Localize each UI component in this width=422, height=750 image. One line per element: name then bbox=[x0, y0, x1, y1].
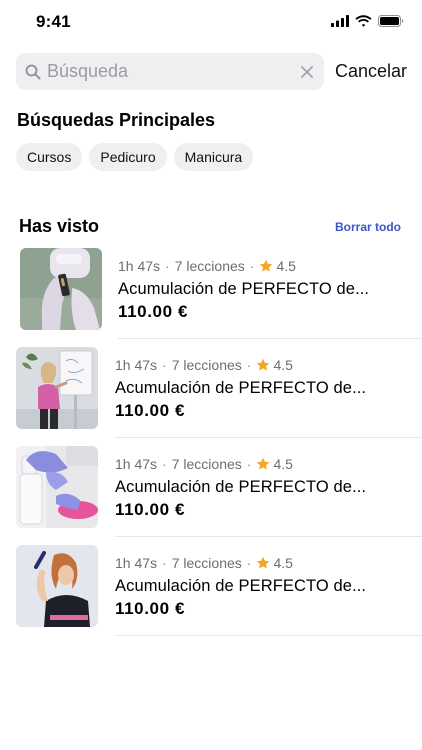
course-price: 110.00 € bbox=[115, 599, 186, 618]
course-rating: 4.5 bbox=[273, 357, 293, 373]
star-icon bbox=[257, 457, 270, 470]
course-title: Acumulación de PERFECTO de... bbox=[115, 478, 367, 496]
course-price: 110.00 € bbox=[118, 302, 189, 321]
status-time: 9:41 bbox=[36, 12, 71, 31]
course-rating: 4.5 bbox=[273, 555, 293, 571]
course-thumbnail bbox=[20, 248, 102, 330]
seen-title: Has visto bbox=[19, 216, 100, 236]
list-divider bbox=[118, 338, 422, 339]
wifi-icon bbox=[355, 15, 372, 27]
meta-separator: · bbox=[249, 258, 255, 274]
star-icon bbox=[260, 259, 273, 272]
course-list-item[interactable]: 1h 47s · 7 lecciones · 4.5 Acumulación d… bbox=[0, 247, 422, 346]
course-title: Acumulación de PERFECTO de... bbox=[115, 577, 367, 595]
course-title: Acumulación de PERFECTO de... bbox=[115, 379, 367, 397]
top-searches-chips: Cursos Pedicuro Manicura bbox=[16, 143, 254, 171]
course-meta: 1h 47s · 7 lecciones · 4.5 bbox=[115, 555, 293, 571]
cancel-button[interactable]: Cancelar bbox=[335, 61, 407, 82]
course-duration: 1h 47s bbox=[115, 456, 158, 472]
meta-separator: · bbox=[162, 357, 167, 373]
chip-cursos[interactable]: Cursos bbox=[16, 143, 83, 171]
course-price: 110.00 € bbox=[115, 500, 186, 519]
meta-separator: · bbox=[162, 456, 167, 472]
clear-all-button[interactable]: Borrar todo bbox=[335, 220, 401, 234]
meta-separator: · bbox=[162, 555, 167, 571]
course-lessons: 7 lecciones bbox=[171, 456, 242, 472]
course-rating: 4.5 bbox=[273, 456, 293, 472]
chip-pedicuro[interactable]: Pedicuro bbox=[89, 143, 167, 171]
course-lessons: 7 lecciones bbox=[171, 357, 242, 373]
list-divider bbox=[115, 437, 422, 438]
course-lessons: 7 lecciones bbox=[171, 555, 242, 571]
course-list-item[interactable]: 1h 47s · 7 lecciones · 4.5 Acumulación d… bbox=[0, 346, 422, 445]
course-list-item[interactable]: 1h 47s · 7 lecciones · 4.5 Acumulación d… bbox=[0, 544, 422, 643]
clear-search-icon[interactable] bbox=[300, 65, 314, 79]
course-meta: 1h 47s · 7 lecciones · 4.5 bbox=[115, 456, 293, 472]
cellular-signal-icon bbox=[331, 15, 349, 27]
status-icons bbox=[331, 15, 404, 27]
course-meta: 1h 47s · 7 lecciones · 4.5 bbox=[118, 258, 296, 274]
course-lessons: 7 lecciones bbox=[174, 258, 245, 274]
battery-icon bbox=[378, 15, 404, 27]
top-searches-title: Búsquedas Principales bbox=[17, 110, 216, 130]
search-icon bbox=[25, 64, 41, 80]
list-divider bbox=[115, 536, 422, 537]
star-icon bbox=[257, 556, 270, 569]
course-duration: 1h 47s bbox=[115, 357, 158, 373]
meta-separator: · bbox=[246, 555, 252, 571]
search-box[interactable] bbox=[16, 53, 324, 90]
course-thumbnail bbox=[16, 545, 98, 627]
course-thumbnail bbox=[16, 347, 98, 429]
course-thumbnail bbox=[16, 446, 98, 528]
search-input[interactable] bbox=[47, 61, 296, 82]
course-title: Acumulación de PERFECTO de... bbox=[118, 280, 370, 298]
list-divider bbox=[115, 635, 422, 636]
course-price: 110.00 € bbox=[115, 401, 186, 420]
chip-manicura[interactable]: Manicura bbox=[173, 143, 254, 171]
star-icon bbox=[257, 358, 270, 371]
course-duration: 1h 47s bbox=[115, 555, 158, 571]
course-list-item[interactable]: 1h 47s · 7 lecciones · 4.5 Acumulación d… bbox=[0, 445, 422, 544]
meta-separator: · bbox=[246, 456, 252, 472]
status-bar: 9:41 bbox=[0, 0, 422, 44]
course-meta: 1h 47s · 7 lecciones · 4.5 bbox=[115, 357, 293, 373]
course-duration: 1h 47s bbox=[118, 258, 161, 274]
meta-separator: · bbox=[165, 258, 170, 274]
search-row: Cancelar bbox=[16, 53, 407, 90]
course-rating: 4.5 bbox=[276, 258, 296, 274]
meta-separator: · bbox=[246, 357, 252, 373]
